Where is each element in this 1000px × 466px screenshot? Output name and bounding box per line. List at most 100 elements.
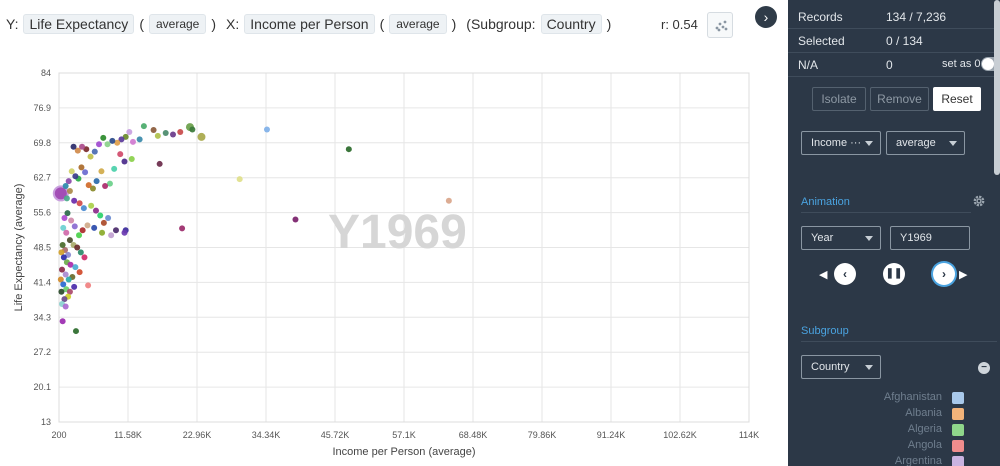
data-point[interactable] — [105, 215, 112, 222]
data-point[interactable] — [62, 303, 69, 310]
animation-value-input[interactable]: Y1969 — [890, 226, 970, 250]
x-measure-chip[interactable]: Income per Person — [244, 14, 375, 34]
next-button[interactable]: › — [933, 263, 955, 285]
chart-canvas[interactable]: Y1969 200 11.58K 22.96K 34.34K 45.72K 57.1K 68… — [0, 52, 788, 466]
scatter-chart[interactable]: Y1969 200 11.58K 22.96K 34.34K 45.72K 57.1K 68… — [0, 52, 788, 466]
remove-button[interactable]: Remove — [870, 87, 929, 111]
data-point[interactable] — [345, 146, 352, 153]
data-point[interactable] — [74, 244, 81, 251]
data-point[interactable] — [61, 215, 68, 222]
data-point[interactable] — [108, 232, 115, 239]
data-point[interactable] — [59, 266, 66, 273]
data-point[interactable] — [109, 137, 116, 144]
data-point[interactable] — [136, 136, 143, 143]
aggregation-select[interactable]: average — [886, 131, 965, 155]
data-point[interactable] — [126, 128, 133, 135]
data-point[interactable] — [140, 123, 147, 130]
data-point[interactable] — [88, 202, 95, 209]
data-point[interactable] — [72, 328, 79, 335]
data-point[interactable] — [66, 237, 73, 244]
legend-item[interactable]: Angola — [848, 439, 968, 454]
data-point[interactable] — [99, 229, 106, 236]
data-point[interactable] — [177, 128, 184, 135]
data-point[interactable] — [76, 200, 83, 207]
data-point[interactable] — [84, 222, 91, 229]
data-point[interactable] — [189, 126, 196, 133]
data-point[interactable] — [63, 195, 70, 202]
x-aggregation-chip[interactable]: average — [389, 14, 447, 34]
data-point[interactable] — [66, 187, 73, 194]
data-point[interactable] — [63, 229, 70, 236]
data-point[interactable] — [71, 283, 78, 290]
reset-button[interactable]: Reset — [933, 87, 981, 111]
data-point[interactable] — [169, 131, 176, 138]
data-point[interactable] — [87, 153, 94, 160]
data-point[interactable] — [93, 178, 100, 185]
data-point[interactable] — [76, 232, 83, 239]
animation-field-select[interactable]: Year — [801, 226, 881, 250]
data-point[interactable] — [79, 227, 86, 234]
isolate-button[interactable]: Isolate — [812, 87, 866, 111]
data-point[interactable] — [102, 183, 109, 190]
legend-item[interactable]: Afghanistan — [848, 391, 968, 406]
data-point[interactable] — [179, 225, 186, 232]
data-point[interactable] — [72, 264, 79, 271]
scatter-type-button[interactable] — [707, 12, 733, 38]
data-point[interactable] — [91, 224, 98, 231]
data-point[interactable] — [62, 183, 69, 190]
data-point[interactable] — [112, 227, 119, 234]
legend-item[interactable]: Albania — [848, 407, 968, 422]
data-point[interactable] — [68, 217, 75, 224]
sidebar-scrollbar[interactable] — [994, 0, 1000, 175]
data-point[interactable] — [98, 168, 105, 175]
data-point[interactable] — [91, 148, 98, 155]
data-point[interactable] — [117, 151, 124, 158]
data-point[interactable] — [70, 143, 77, 150]
data-point[interactable] — [92, 207, 99, 214]
data-point[interactable] — [68, 168, 75, 175]
legend-item[interactable]: Argentina — [848, 455, 968, 466]
data-point[interactable] — [59, 242, 66, 249]
data-point[interactable] — [71, 223, 78, 230]
data-point[interactable] — [62, 271, 69, 278]
previous-button[interactable]: ‹ — [834, 263, 856, 285]
subgroup-chip[interactable]: Country — [540, 14, 602, 34]
data-point[interactable] — [77, 249, 84, 256]
data-point[interactable] — [82, 169, 89, 176]
data-point[interactable] — [162, 129, 169, 136]
data-point[interactable] — [71, 197, 78, 204]
y-aggregation-chip[interactable]: average — [148, 14, 207, 34]
pause-button[interactable]: ❚❚ — [883, 263, 905, 285]
data-point[interactable] — [156, 160, 163, 167]
data-point[interactable] — [97, 212, 104, 219]
data-point[interactable] — [121, 229, 128, 236]
data-point[interactable] — [85, 182, 92, 189]
data-point[interactable] — [100, 219, 107, 226]
data-point[interactable] — [59, 318, 66, 325]
data-point[interactable] — [78, 164, 85, 171]
gear-icon[interactable] — [972, 194, 986, 208]
data-point[interactable] — [121, 158, 128, 165]
collapse-panel-button[interactable]: › — [755, 6, 777, 28]
data-point[interactable] — [154, 132, 161, 139]
legend-item[interactable]: Algeria — [848, 423, 968, 438]
data-point[interactable] — [236, 176, 243, 183]
data-point[interactable] — [76, 269, 83, 276]
data-point[interactable] — [445, 197, 452, 204]
data-point[interactable] — [96, 141, 103, 148]
data-point[interactable] — [81, 254, 88, 261]
data-point[interactable] — [150, 127, 157, 134]
data-point[interactable] — [58, 288, 65, 295]
step-forward-icon[interactable]: ▶ — [959, 268, 967, 281]
step-back-icon[interactable]: ◀ — [819, 268, 827, 281]
data-point[interactable] — [80, 205, 87, 212]
data-point[interactable] — [197, 132, 206, 141]
subgroup-field-select[interactable]: Country — [801, 355, 881, 379]
measure-select[interactable]: Income ··· — [801, 131, 881, 155]
data-point[interactable] — [104, 141, 111, 148]
data-point[interactable] — [292, 216, 299, 223]
data-point[interactable] — [111, 165, 118, 172]
y-measure-chip[interactable]: Life Expectancy — [23, 14, 135, 34]
data-point[interactable] — [85, 282, 92, 289]
data-point[interactable] — [129, 138, 136, 145]
